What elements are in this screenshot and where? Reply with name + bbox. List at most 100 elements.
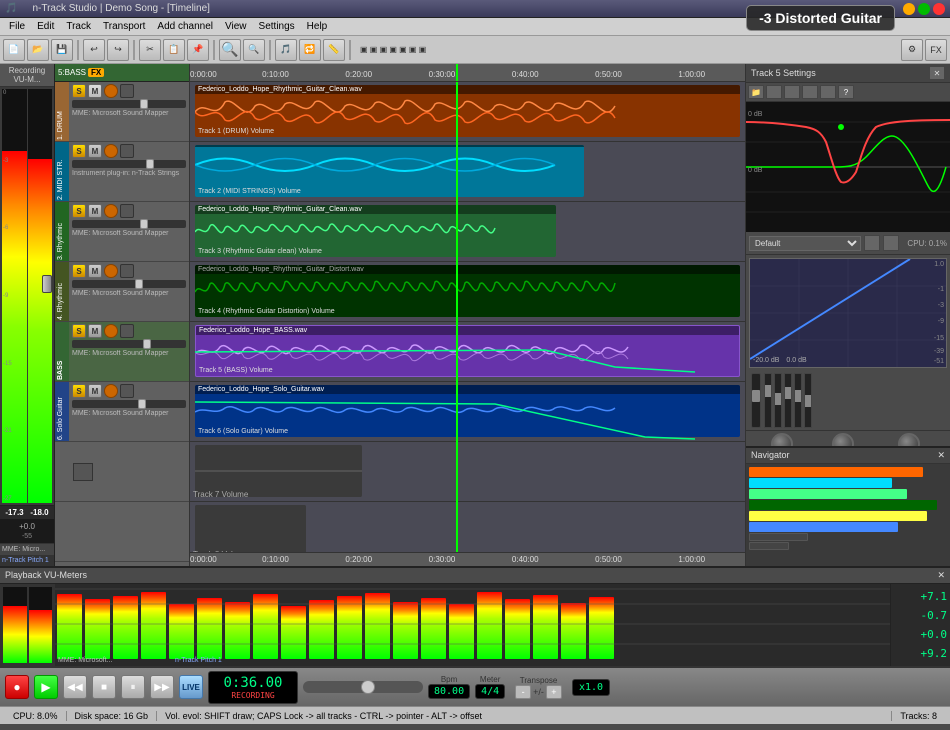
attack-knob[interactable]: [832, 433, 854, 446]
panel-icon-2[interactable]: [766, 85, 782, 99]
undo-btn[interactable]: ↩: [83, 39, 105, 61]
transpose-up[interactable]: +: [546, 685, 562, 699]
track-2-solo[interactable]: S: [72, 144, 86, 158]
menu-track[interactable]: Track: [60, 18, 97, 35]
comp-fader-1-handle[interactable]: [752, 390, 760, 402]
track-6-fader-handle[interactable]: [138, 399, 146, 409]
track-2-fader-handle[interactable]: [146, 159, 154, 169]
tracks-scroll-area[interactable]: Federico_Loddo_Hope_Rhythmic_Guitar_Clea…: [190, 82, 745, 552]
track-3-solo[interactable]: S: [72, 204, 86, 218]
track-4-fx-btn[interactable]: [120, 264, 134, 278]
preset-select[interactable]: Default: [749, 236, 861, 251]
speed-display[interactable]: x1.0: [572, 679, 610, 696]
record-button[interactable]: ●: [5, 675, 29, 699]
cut-btn[interactable]: ✂: [139, 39, 161, 61]
comp-r4-handle[interactable]: [795, 390, 801, 402]
comp-ratio-5[interactable]: [804, 373, 812, 428]
track-3-fader[interactable]: [72, 220, 186, 228]
track-5-wave-block[interactable]: Federico_Loddo_Hope_BASS.wav Track 5 (BA…: [195, 325, 740, 377]
fx-badge[interactable]: FX: [88, 68, 104, 77]
settings-btn[interactable]: ⚙: [901, 39, 923, 61]
track-1-wave-block[interactable]: Federico_Loddo_Hope_Rhythmic_Guitar_Clea…: [195, 85, 740, 137]
track-5-fader-handle[interactable]: [143, 339, 151, 349]
track-1-mute[interactable]: M: [88, 84, 102, 98]
track-1-fader[interactable]: [72, 100, 186, 108]
track-6-mute[interactable]: M: [88, 384, 102, 398]
menu-settings[interactable]: Settings: [253, 18, 301, 35]
track-1-fader-handle[interactable]: [140, 99, 148, 109]
preset-load[interactable]: [883, 235, 899, 251]
position-slider[interactable]: [303, 681, 423, 693]
menu-help[interactable]: Help: [301, 18, 334, 35]
track-6-fx-btn[interactable]: [120, 384, 134, 398]
track-4-pan-knob[interactable]: [104, 264, 118, 278]
menu-edit[interactable]: Edit: [31, 18, 60, 35]
minimize-btn[interactable]: [903, 3, 915, 15]
track-6-solo[interactable]: S: [72, 384, 86, 398]
track-5-fader[interactable]: [72, 340, 186, 348]
track-6-fader[interactable]: [72, 400, 186, 408]
track-1-fx-btn[interactable]: [120, 84, 134, 98]
live-button[interactable]: LIVE: [179, 675, 203, 699]
track-1-solo[interactable]: S: [72, 84, 86, 98]
panel-icon-5[interactable]: [820, 85, 836, 99]
preset-save[interactable]: [864, 235, 880, 251]
track-5-mute[interactable]: M: [88, 324, 102, 338]
comp-r3-handle[interactable]: [785, 387, 791, 399]
track-6-wave-block[interactable]: Federico_Loddo_Hope_Solo_Guitar.wav Trac…: [195, 385, 740, 437]
metronome-btn[interactable]: 🎵: [275, 39, 297, 61]
track-2-fx-btn[interactable]: [120, 144, 134, 158]
transpose-down[interactable]: -: [515, 685, 531, 699]
forward-button[interactable]: ▶▶: [150, 675, 174, 699]
fx-btn[interactable]: FX: [925, 39, 947, 61]
zoom-in-btn[interactable]: 🔍: [219, 39, 241, 61]
panel-icon-3[interactable]: [784, 85, 800, 99]
track-4-solo[interactable]: S: [72, 264, 86, 278]
loop-btn[interactable]: 🔁: [299, 39, 321, 61]
track-4-fader-handle[interactable]: [135, 279, 143, 289]
stop-button[interactable]: ■: [92, 675, 116, 699]
copy-btn[interactable]: 📋: [163, 39, 185, 61]
paste-btn[interactable]: 📌: [187, 39, 209, 61]
panel-icon-1[interactable]: 📁: [748, 85, 764, 99]
save-btn[interactable]: 💾: [51, 39, 73, 61]
comp-ratio-3[interactable]: [784, 373, 792, 428]
track-3-mute[interactable]: M: [88, 204, 102, 218]
menu-view[interactable]: View: [219, 18, 253, 35]
comp-ratio-1[interactable]: [764, 373, 772, 428]
nav-close[interactable]: ✕: [937, 450, 945, 461]
menu-file[interactable]: File: [3, 18, 31, 35]
extend-knob[interactable]: [771, 433, 793, 446]
track-1-pan-knob[interactable]: [104, 84, 118, 98]
rewind-button[interactable]: ◀◀: [63, 675, 87, 699]
snap-btn[interactable]: 📏: [323, 39, 345, 61]
menu-addchannel[interactable]: Add channel: [151, 18, 219, 35]
meter-display[interactable]: 4/4: [475, 684, 505, 699]
track-5-solo[interactable]: S: [72, 324, 86, 338]
pause-button[interactable]: ⏸: [121, 675, 145, 699]
comp-ratio-2[interactable]: [774, 373, 782, 428]
redo-btn[interactable]: ↪: [107, 39, 129, 61]
menu-transport[interactable]: Transport: [97, 18, 151, 35]
track-2-fader[interactable]: [72, 160, 186, 168]
bpm-display[interactable]: 80.00: [428, 684, 470, 699]
track-6-pan-knob[interactable]: [104, 384, 118, 398]
track-2-wave-block[interactable]: Track 2 (MIDI STRINGS) Volume: [195, 145, 584, 197]
track-5-fx-btn[interactable]: [120, 324, 134, 338]
track-3-fx-btn[interactable]: [120, 204, 134, 218]
track-4-wave-block[interactable]: Federico_Loddo_Hope_Rhythmic_Guitar_Dist…: [195, 265, 740, 317]
playback-vu-close[interactable]: ✕: [937, 570, 945, 581]
close-btn[interactable]: [933, 3, 945, 15]
panel-icon-help[interactable]: ?: [838, 85, 854, 99]
position-handle[interactable]: [361, 680, 375, 694]
comp-r1-handle[interactable]: [765, 385, 771, 397]
track-5-pan-knob[interactable]: [104, 324, 118, 338]
track-3-pan-knob[interactable]: [104, 204, 118, 218]
track-3-fader-handle[interactable]: [140, 219, 148, 229]
open-btn[interactable]: 📂: [27, 39, 49, 61]
play-button[interactable]: ▶: [34, 675, 58, 699]
vu-fader[interactable]: [42, 275, 52, 293]
comp-ratio-4[interactable]: [794, 373, 802, 428]
panel-close[interactable]: ✕: [929, 66, 945, 80]
track-4-mute[interactable]: M: [88, 264, 102, 278]
